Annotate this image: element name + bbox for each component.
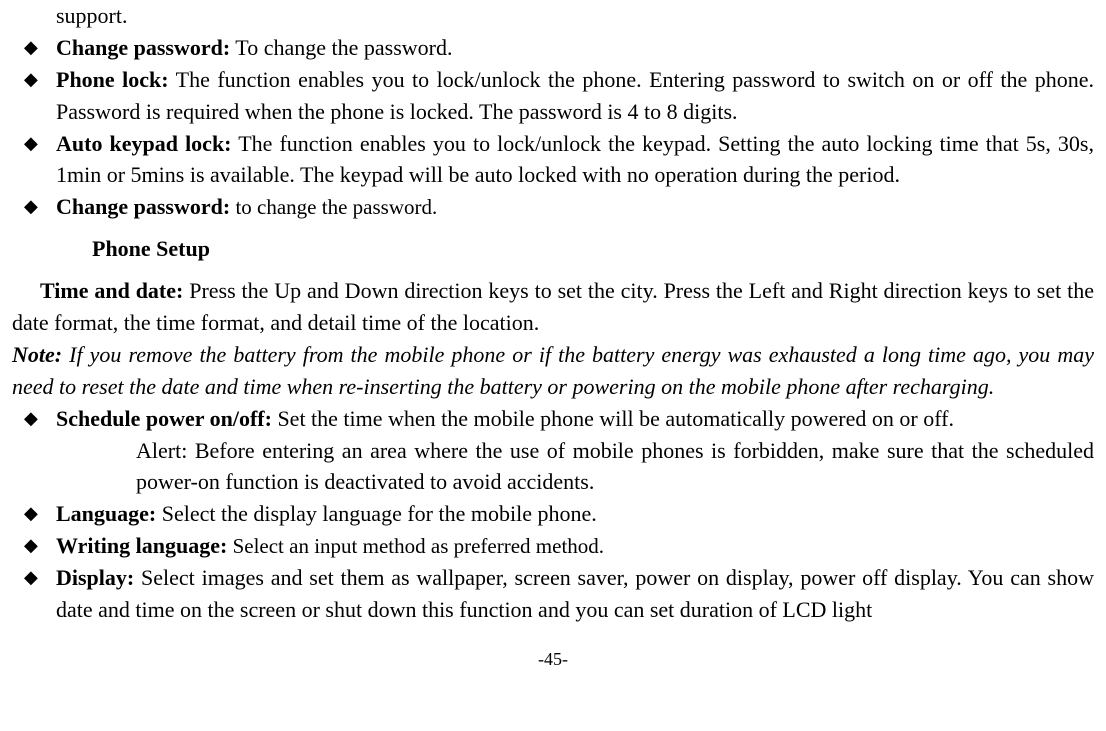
bullet-text: Set the time when the mobile phone will … xyxy=(272,406,954,431)
bullet-text: to change the password. xyxy=(230,195,437,219)
bullet-item: ◆ Change password: to change the passwor… xyxy=(56,191,1094,223)
bullet-label: Writing language: xyxy=(56,533,227,558)
time-date-paragraph: Time and date: Press the Up and Down dir… xyxy=(12,275,1094,339)
bullet-label: Language: xyxy=(56,501,156,526)
bullet-item: ◆ Language: Select the display language … xyxy=(56,498,1094,530)
bullet-text: To change the password. xyxy=(230,35,452,60)
bullet-text: Select an input method as preferred meth… xyxy=(227,534,604,558)
bullet-label: Display: xyxy=(56,565,134,590)
time-date-label: Time and date: xyxy=(40,278,189,303)
bullet-list-a: ◆ Change password: To change the passwor… xyxy=(12,32,1094,223)
section-heading: Phone Setup xyxy=(12,233,1094,265)
bullet-label: Change password: xyxy=(56,35,230,60)
bullet-label: Phone lock: xyxy=(56,67,169,92)
bullet-subtext: Alert: Before entering an area where the… xyxy=(56,435,1094,499)
diamond-icon: ◆ xyxy=(24,500,38,526)
page-number: -45- xyxy=(12,646,1094,672)
diamond-icon: ◆ xyxy=(24,564,38,590)
top-fragment-wrap: support. xyxy=(12,0,1094,32)
bullet-text: Select images and set them as wallpaper,… xyxy=(56,565,1094,622)
diamond-icon: ◆ xyxy=(24,405,38,431)
bullet-item: ◆ Writing language: Select an input meth… xyxy=(56,530,1094,562)
bullet-list-b: ◆ Schedule power on/off: Set the time wh… xyxy=(12,403,1094,626)
document-page: support. ◆ Change password: To change th… xyxy=(0,0,1106,692)
note-text: If you remove the battery from the mobil… xyxy=(12,342,1094,399)
note-label: Note: xyxy=(12,342,62,367)
top-fragment-text: support. xyxy=(56,3,128,28)
diamond-icon: ◆ xyxy=(24,66,38,92)
diamond-icon: ◆ xyxy=(24,193,38,219)
bullet-item: ◆ Phone lock: The function enables you t… xyxy=(56,64,1094,128)
diamond-icon: ◆ xyxy=(24,130,38,156)
bullet-item: ◆ Display: Select images and set them as… xyxy=(56,562,1094,626)
bullet-item: ◆ Change password: To change the passwor… xyxy=(56,32,1094,64)
bullet-item: ◆ Schedule power on/off: Set the time wh… xyxy=(56,403,1094,435)
bullet-item: ◆ Auto keypad lock: The function enables… xyxy=(56,128,1094,192)
bullet-text: The function enables you to lock/unlock … xyxy=(56,67,1094,124)
diamond-icon: ◆ xyxy=(24,532,38,558)
bullet-label: Schedule power on/off: xyxy=(56,406,272,431)
note-paragraph: Note: If you remove the battery from the… xyxy=(12,339,1094,403)
bullet-text: Select the display language for the mobi… xyxy=(156,501,596,526)
diamond-icon: ◆ xyxy=(24,34,38,60)
top-fragment: support. xyxy=(56,0,1094,32)
bullet-label: Auto keypad lock: xyxy=(56,131,232,156)
bullet-label: Change password: xyxy=(56,194,230,219)
